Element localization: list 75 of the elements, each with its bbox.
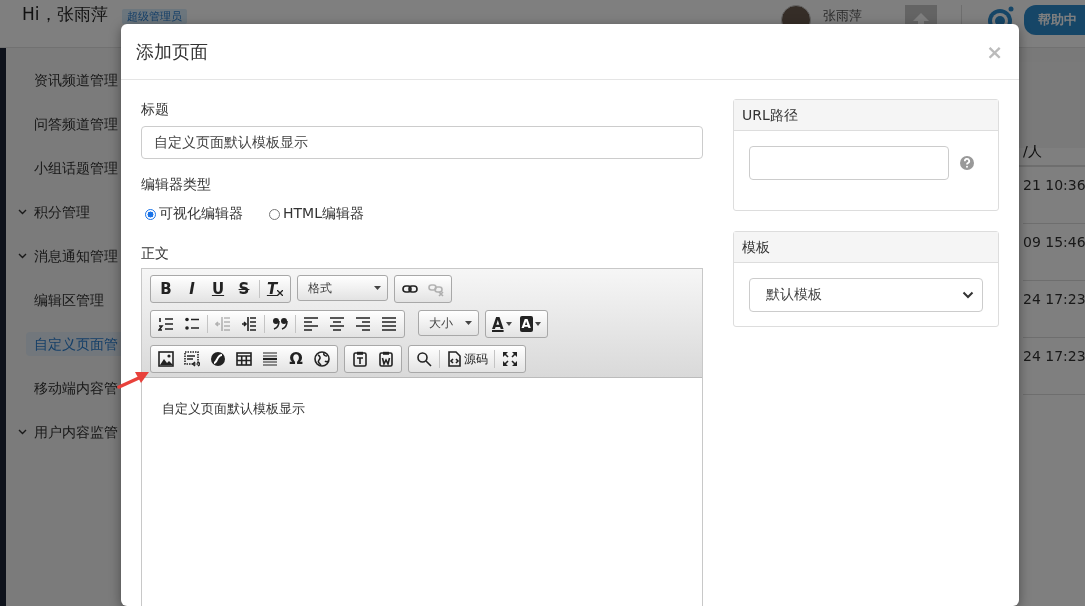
editor-content-area[interactable]: 自定义页面默认模板显示: [142, 378, 702, 606]
paste-text-icon: [352, 351, 368, 367]
caret-icon: [505, 322, 512, 326]
sidebar-group[interactable]: 消息通知管理: [14, 244, 121, 268]
editor-text: 自定义页面默认模板显示: [162, 400, 306, 418]
toolbar-button[interactable]: A: [515, 313, 545, 335]
field-label: 标题: [141, 100, 170, 119]
table-cell: 21 10:36: [1023, 177, 1085, 193]
caret-icon: [465, 321, 472, 325]
align-right-icon: [355, 316, 371, 332]
toolbar-button[interactable]: B: [153, 278, 179, 300]
dropdown-button[interactable]: 格式: [297, 275, 388, 301]
field-label: 正文: [141, 244, 170, 263]
search-icon: [416, 351, 432, 367]
title-field[interactable]: 自定义页面默认模板显示: [141, 126, 703, 159]
justify-icon: [381, 316, 397, 332]
sidebar-label: 消息通知管理: [34, 247, 118, 266]
flash-icon: [210, 351, 226, 367]
chevron-down-icon: [18, 209, 27, 215]
template-select[interactable]: 默认模板: [749, 278, 983, 312]
align-left-icon: [303, 316, 319, 332]
maximize-icon: [502, 351, 518, 367]
document-code-icon: [446, 351, 462, 367]
caret-icon: [374, 286, 381, 290]
url-path-field[interactable]: [749, 146, 949, 180]
x-icon: [277, 290, 284, 296]
help-icon[interactable]: [960, 156, 974, 170]
caret-icon: [534, 322, 541, 326]
align-center-icon: [329, 316, 345, 332]
table-cell: 24 17:23: [1023, 348, 1085, 364]
table-cell: 09 15:46: [1023, 234, 1085, 250]
paste-word-icon: [378, 351, 394, 367]
sidebar-label: 积分管理: [34, 203, 90, 222]
dropdown-button[interactable]: 大小: [418, 310, 479, 336]
globe-icon: [314, 351, 330, 367]
column-header: /人: [1023, 142, 1043, 161]
indent-icon: [241, 316, 257, 332]
toolbar-button[interactable]: 源码: [442, 348, 492, 370]
image-icon: [158, 351, 174, 367]
horizontal-rule-icon: [262, 351, 278, 367]
chevron-down-icon: [18, 429, 27, 435]
greeting: Hi，张雨萍: [22, 3, 108, 26]
outdent-icon: [215, 316, 231, 332]
numbered-list-icon: [158, 316, 174, 332]
table-icon: [236, 351, 252, 367]
sidebar-item[interactable]: 编辑区管理: [26, 288, 121, 312]
field-label: 编辑器类型: [141, 175, 212, 194]
toolbar-button[interactable]: T: [262, 278, 288, 300]
radio-label: HTML编辑器: [283, 205, 364, 223]
panel-heading: 模板: [734, 232, 998, 263]
unlink-icon: [428, 281, 444, 297]
radio-button[interactable]: [145, 208, 156, 220]
user-name[interactable]: 张雨萍: [823, 8, 905, 23]
toolbar-button[interactable]: U: [205, 278, 231, 300]
toolbar-button[interactable]: S: [231, 278, 257, 300]
sidebar-group[interactable]: 用户内容监管: [14, 420, 121, 444]
role-badge: 超级管理员: [121, 9, 187, 24]
chevron-down-icon: [962, 291, 974, 299]
toolbar-button[interactable]: A: [488, 313, 516, 335]
table-cell: 24 17:23: [1023, 291, 1085, 307]
sidebar-group[interactable]: 积分管理: [14, 200, 121, 224]
bullet-list-icon: [184, 316, 200, 332]
panel-heading: URL路径: [734, 100, 998, 131]
sidebar-label: 用户内容监管: [34, 423, 118, 442]
dialog-title: 添加页面: [136, 39, 208, 64]
sidebar-item[interactable]: 小组话题管理: [26, 156, 121, 180]
toolbar-button[interactable]: I: [179, 278, 205, 300]
radio-label: 可视化编辑器: [159, 205, 243, 223]
chevron-down-icon: [18, 253, 27, 259]
frame-icon: [184, 351, 200, 367]
sidebar-item[interactable]: 资讯频道管理: [26, 68, 121, 92]
quote-icon: [272, 316, 288, 332]
sidebar-item[interactable]: 移动端内容管: [26, 376, 121, 400]
toolbar-button[interactable]: Ω: [283, 348, 309, 370]
sidebar-item[interactable]: 问答频道管理: [26, 112, 121, 136]
